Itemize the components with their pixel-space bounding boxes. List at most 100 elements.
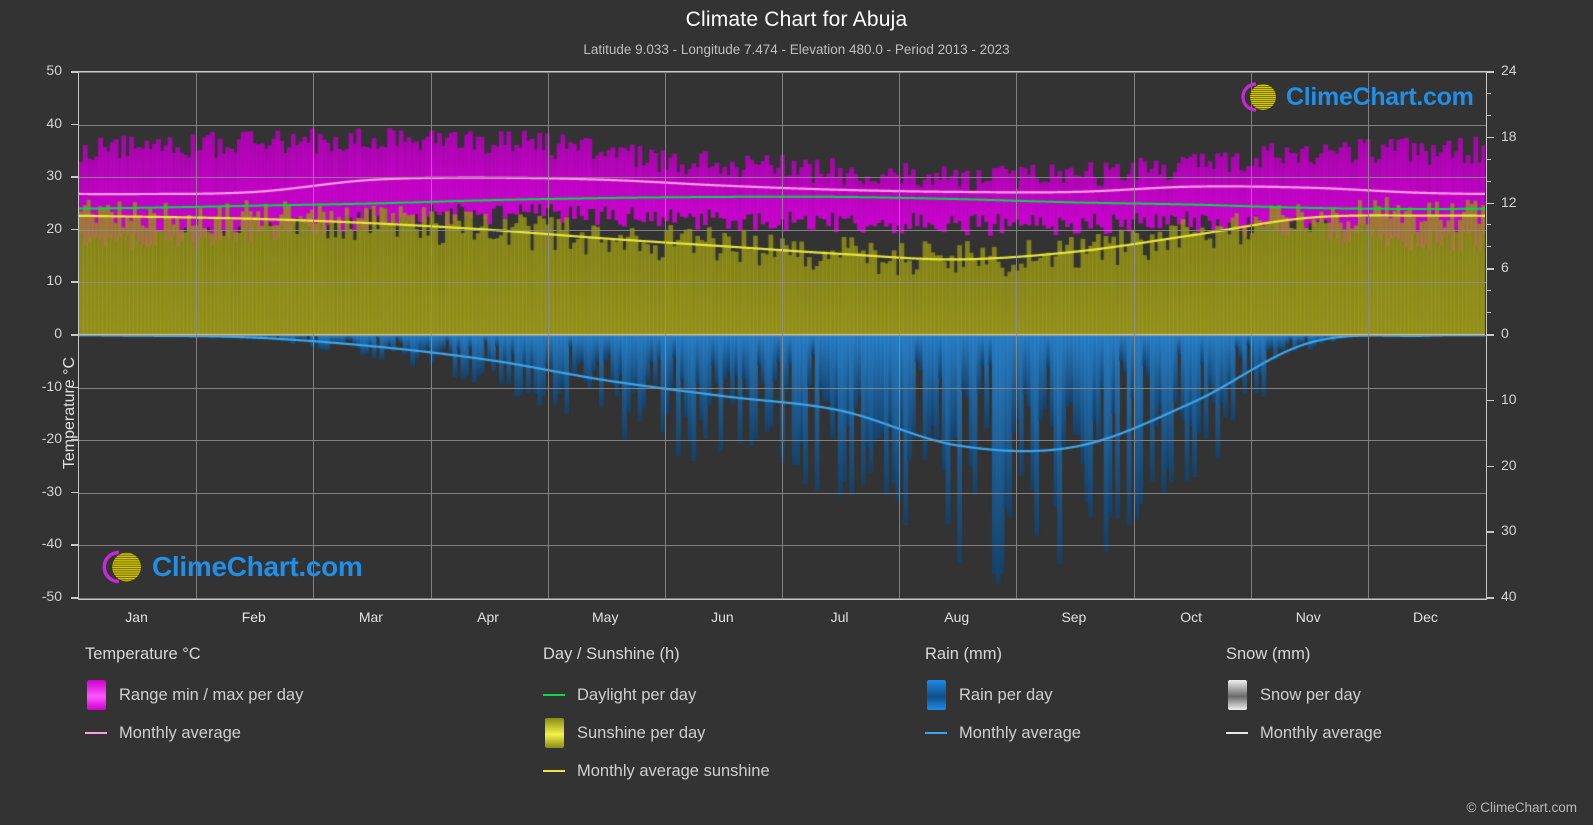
x-axis-month-jan: Jan bbox=[125, 609, 148, 625]
y-tick-mark-left bbox=[71, 228, 78, 231]
legend-item[interactable]: Sunshine per day bbox=[543, 714, 770, 752]
y-tick-mark-right bbox=[1487, 597, 1494, 599]
y-tick-right-rain: 20 bbox=[1501, 456, 1517, 473]
legend-swatch-wrap bbox=[925, 680, 947, 710]
y-tick-left: -50 bbox=[41, 588, 62, 604]
y-tick-mark-left bbox=[71, 71, 78, 73]
legend-item[interactable]: Monthly average bbox=[85, 714, 303, 752]
legend-group-title: Snow (mm) bbox=[1226, 645, 1311, 663]
legend-swatch-wrap bbox=[85, 680, 107, 710]
y-tick-right-day: 24 bbox=[1501, 62, 1517, 78]
gridline-vertical bbox=[196, 72, 197, 599]
legend-group-title: Rain (mm) bbox=[925, 645, 1002, 663]
x-axis-month-may: May bbox=[592, 609, 619, 625]
legend-swatch-wrap bbox=[543, 694, 565, 696]
legend-swatch-wrap bbox=[1226, 680, 1248, 710]
legend-item[interactable]: Snow per day bbox=[1226, 676, 1382, 714]
y-tick-mark-left bbox=[71, 491, 78, 494]
y-minor-tick-right bbox=[1487, 158, 1491, 160]
legend-swatch-wrap bbox=[1226, 732, 1248, 734]
legend-group-title: Day / Sunshine (h) bbox=[543, 645, 680, 663]
y-tick-mark-right bbox=[1487, 268, 1494, 270]
y-tick-mark-left bbox=[71, 176, 78, 178]
legend-group-daysunshine: Day / Sunshine (h) Daylight per day Sunshi… bbox=[543, 645, 770, 790]
legend-item[interactable]: Rain per day bbox=[925, 676, 1081, 714]
y-tick-left: 20 bbox=[46, 219, 62, 236]
legend-swatch-line bbox=[925, 732, 947, 734]
gridline-vertical bbox=[899, 72, 900, 599]
climate-chart: Climate Chart for Abuja Latitude 9.033 -… bbox=[0, 0, 1593, 825]
y-tick-mark-left bbox=[71, 597, 78, 599]
y-tick-right-rain: 30 bbox=[1501, 522, 1517, 539]
y-tick-left: -30 bbox=[41, 482, 62, 499]
legend-swatch-line bbox=[543, 770, 565, 772]
x-axis-month-jul: Jul bbox=[830, 609, 849, 625]
legend-swatch-wrap bbox=[543, 718, 565, 748]
legend-item-label: Monthly average bbox=[959, 723, 1081, 742]
y-tick-right-day: 0 bbox=[1501, 325, 1509, 341]
legend-item[interactable]: Monthly average bbox=[1226, 714, 1382, 752]
legend-swatch-box bbox=[86, 680, 106, 710]
y-tick-mark-left bbox=[71, 281, 78, 283]
legend-item-label: Daylight per day bbox=[577, 685, 697, 704]
legend-item-label: Monthly average bbox=[1260, 723, 1382, 742]
y-axis-left-label: Temperature °C bbox=[61, 356, 79, 469]
y-minor-tick-right bbox=[1487, 290, 1491, 292]
legend-swatch-box bbox=[926, 680, 946, 710]
x-axis-month-mar: Mar bbox=[358, 609, 383, 625]
legend-item-label: Monthly average bbox=[119, 723, 241, 742]
gridline-vertical bbox=[431, 72, 432, 599]
y-tick-left: -20 bbox=[41, 430, 62, 447]
y-tick-mark-right bbox=[1487, 136, 1494, 139]
x-axis-month-oct: Oct bbox=[1180, 609, 1202, 625]
brand-name: ClimeChart.com bbox=[1286, 82, 1474, 111]
y-tick-left: -10 bbox=[41, 377, 62, 394]
legend-swatch-wrap bbox=[85, 732, 107, 734]
x-axis-month-sep: Sep bbox=[1061, 609, 1087, 625]
y-tick-mark-right bbox=[1487, 531, 1494, 533]
legend-item-label: Rain per day bbox=[959, 685, 1053, 704]
y-tick-left: 10 bbox=[46, 272, 62, 289]
y-minor-tick-right bbox=[1487, 114, 1491, 116]
legend-swatch-box bbox=[544, 718, 564, 748]
y-tick-left: -40 bbox=[41, 535, 62, 552]
legend-item[interactable]: Daylight per day bbox=[543, 676, 770, 714]
y-tick-right-day: 12 bbox=[1501, 193, 1517, 210]
gridline-vertical bbox=[313, 72, 314, 599]
legend-group-title: Temperature °C bbox=[85, 645, 201, 663]
legend-group-temperature: Temperature °C Range min / max per day Mon… bbox=[85, 645, 303, 752]
legend-item-label: Snow per day bbox=[1260, 685, 1361, 704]
gridline-vertical bbox=[782, 72, 783, 599]
legend-item[interactable]: Monthly average bbox=[925, 714, 1081, 752]
gridline-vertical bbox=[1134, 72, 1135, 599]
y-tick-right-day: 6 bbox=[1501, 259, 1509, 276]
brand-mark-icon bbox=[102, 550, 142, 584]
y-minor-tick-right bbox=[1487, 246, 1491, 248]
x-axis-month-aug: Aug bbox=[944, 609, 970, 625]
y-tick-right-day: 18 bbox=[1501, 127, 1517, 144]
legend-swatch-wrap bbox=[925, 732, 947, 734]
x-axis-month-jun: Jun bbox=[711, 609, 734, 625]
copyright-footer: © ClimeChart.com bbox=[1466, 800, 1577, 815]
y-tick-mark-left bbox=[71, 123, 78, 126]
legend-item[interactable]: Monthly average sunshine bbox=[543, 752, 770, 790]
legend-group-rain: Rain (mm) Rain per day Monthly average bbox=[925, 645, 1081, 752]
brand-logo-top: ClimeChart.com bbox=[1232, 80, 1474, 114]
legend-group-snow: Snow (mm) Snow per day Monthly average bbox=[1226, 645, 1382, 752]
brand-name: ClimeChart.com bbox=[152, 551, 363, 582]
y-tick-mark-left bbox=[71, 544, 78, 546]
plot-area bbox=[78, 71, 1487, 600]
legend-item[interactable]: Range min / max per day bbox=[85, 676, 303, 714]
y-tick-mark-right bbox=[1487, 465, 1494, 467]
y-tick-mark-right bbox=[1487, 202, 1494, 204]
gridline-vertical bbox=[665, 72, 666, 599]
legend-swatch-line bbox=[543, 694, 565, 696]
legend-item-label: Monthly average sunshine bbox=[577, 761, 770, 780]
legend-swatch-line bbox=[85, 732, 107, 734]
x-axis-month-dec: Dec bbox=[1412, 609, 1438, 625]
y-tick-mark-right bbox=[1487, 334, 1494, 336]
legend-swatch-wrap bbox=[543, 770, 565, 772]
x-axis-month-apr: Apr bbox=[477, 609, 499, 625]
legend-swatch-box bbox=[1227, 680, 1247, 710]
y-tick-mark-left bbox=[71, 386, 78, 389]
